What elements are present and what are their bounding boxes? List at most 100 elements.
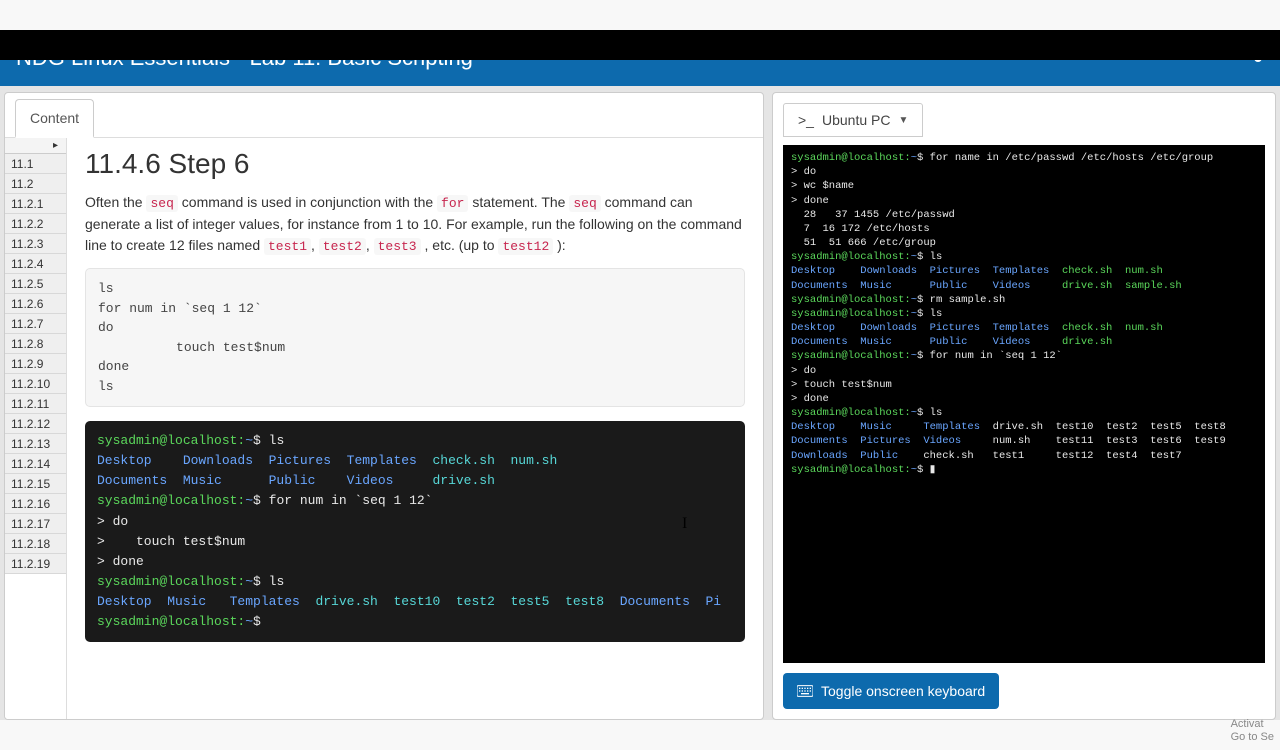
nav-item[interactable]: 11.2.13 (5, 434, 66, 454)
prompt-sym: $ (253, 574, 261, 589)
prompt-user: sysadmin@localhost: (791, 294, 911, 306)
panel-tabs: Content (5, 93, 763, 138)
out: 7 16 172 /etc/hosts (791, 223, 930, 235)
nav-item[interactable]: 11.2.2 (5, 214, 66, 234)
inline-code-t2: test2 (319, 238, 366, 255)
cont: > touch test$num (97, 534, 245, 549)
text: statement. The (468, 194, 569, 210)
nav-item[interactable]: 11.2 (5, 174, 66, 194)
ls-dirs: Documents Pictures Videos (791, 435, 993, 447)
article-body[interactable]: 11.4.6 Step 6 Often the seq command is u… (67, 138, 763, 719)
nav-item[interactable]: 11.2.6 (5, 294, 66, 314)
button-label: Toggle onscreen keyboard (821, 683, 985, 699)
inline-code-seq: seq (146, 195, 177, 212)
prompt-sym: $ (917, 464, 923, 476)
vm-terminal[interactable]: sysadmin@localhost:~$ for name in /etc/p… (783, 145, 1265, 663)
content-panel: Content ▸ 11.1 11.2 11.2.1 11.2.2 11.2.3… (4, 92, 764, 720)
nav-item[interactable]: 11.2.16 (5, 494, 66, 514)
inline-code-t1: test1 (264, 238, 311, 255)
terminal-icon: >_ (798, 112, 814, 128)
ls-files: drive.sh test10 test2 test5 test8 (315, 594, 619, 609)
nav-item[interactable]: 11.2.4 (5, 254, 66, 274)
vm-label: Ubuntu PC (822, 112, 890, 128)
out: > do (791, 365, 816, 377)
nav-item[interactable]: 11.2.18 (5, 534, 66, 554)
cmd: ls (261, 574, 284, 589)
nav-item[interactable]: 11.2.7 (5, 314, 66, 334)
window-blackbar (0, 30, 1280, 60)
prompt-user: sysadmin@localhost: (97, 433, 245, 448)
nav-item[interactable]: 11.2.1 (5, 194, 66, 214)
nav-item[interactable]: 11.2.11 (5, 394, 66, 414)
ls-dirs: Desktop Music Templates (791, 421, 993, 433)
nav-item[interactable]: 11.2.5 (5, 274, 66, 294)
inline-code-seq2: seq (569, 195, 600, 212)
prompt-path: ~ (245, 574, 253, 589)
nav-item[interactable]: 11.2.12 (5, 414, 66, 434)
prompt-user: sysadmin@localhost: (97, 614, 245, 629)
inline-code-t3: test3 (374, 238, 421, 255)
cont: > do (97, 514, 128, 529)
cont: > done (97, 554, 144, 569)
ls-files: drive.sh (1062, 336, 1112, 348)
step-heading: 11.4.6 Step 6 (85, 148, 745, 180)
caret-down-icon: ▼ (898, 115, 908, 126)
out: 51 51 666 /etc/group (791, 237, 936, 249)
ls-files: drive.sh (432, 473, 494, 488)
text: command is used in conjunction with the (178, 194, 437, 210)
ls-files: check.sh num.sh (432, 453, 557, 468)
content-body: ▸ 11.1 11.2 11.2.1 11.2.2 11.2.3 11.2.4 … (5, 138, 763, 719)
text: , etc. (up to (421, 237, 499, 253)
ls-dirs: Documents Music Public Videos (791, 336, 1062, 348)
nav-item[interactable]: 11.2.9 (5, 354, 66, 374)
prompt-user: sysadmin@localhost: (791, 464, 911, 476)
nav-item[interactable]: 11.1 (5, 154, 66, 174)
prompt-user: sysadmin@localhost: (791, 350, 911, 362)
prompt-path: ~ (245, 614, 253, 629)
vm-selector[interactable]: >_ Ubuntu PC ▼ (783, 103, 923, 137)
ls-dirs: Desktop Downloads Pictures Templates (791, 322, 1062, 334)
cmd: for name in /etc/passwd /etc/hosts /etc/… (923, 152, 1213, 164)
prompt-user: sysadmin@localhost: (97, 493, 245, 508)
terminal-example: sysadmin@localhost:~$ ls Desktop Downloa… (85, 421, 745, 642)
out: > do (791, 166, 816, 178)
prompt-user: sysadmin@localhost: (97, 574, 245, 589)
nav-item[interactable]: 11.2.17 (5, 514, 66, 534)
nav-expand-button[interactable]: ▸ (5, 138, 66, 154)
nav-item[interactable]: 11.2.14 (5, 454, 66, 474)
cmd: ls (923, 251, 942, 263)
cmd: ls (261, 433, 284, 448)
main-split: Content ▸ 11.1 11.2 11.2.1 11.2.2 11.2.3… (0, 86, 1280, 720)
nav-item[interactable]: 11.2.10 (5, 374, 66, 394)
out: > wc $name (791, 180, 854, 192)
windows-activation-watermark: Activat Go to Se (1231, 718, 1274, 744)
nav-item[interactable]: 11.2.19 (5, 554, 66, 574)
prompt-path: ~ (245, 433, 253, 448)
prompt-sym: $ (253, 433, 261, 448)
out: > done (791, 195, 829, 207)
inline-code-for: for (437, 195, 468, 212)
terminal-cursor: ▮ (930, 464, 936, 476)
prompt-user: sysadmin@localhost: (791, 308, 911, 320)
toggle-keyboard-button[interactable]: Toggle onscreen keyboard (783, 673, 999, 709)
ls-dirs: Downloads Public (791, 450, 923, 462)
prompt-sym: $ (253, 614, 261, 629)
prompt-path: ~ (245, 493, 253, 508)
ls-dirs: Desktop Downloads Pictures Templates (791, 265, 1062, 277)
step-nav[interactable]: ▸ 11.1 11.2 11.2.1 11.2.2 11.2.3 11.2.4 … (5, 138, 67, 719)
ls-dirs: Desktop Downloads Pictures Templates (97, 453, 432, 468)
nav-item[interactable]: 11.2.3 (5, 234, 66, 254)
cmd: rm sample.sh (923, 294, 1005, 306)
prompt-user: sysadmin@localhost: (791, 152, 911, 164)
nav-item[interactable]: 11.2.15 (5, 474, 66, 494)
ls-files: check.sh test1 test12 test4 test7 (923, 450, 1181, 462)
tab-content[interactable]: Content (15, 99, 94, 138)
out: 28 37 1455 /etc/passwd (791, 209, 955, 221)
nav-item[interactable]: 11.2.8 (5, 334, 66, 354)
ls-dirs: Documents Pi (620, 594, 721, 609)
ls-dirs: Documents Music Public Videos (97, 473, 432, 488)
vm-panel: >_ Ubuntu PC ▼ sysadmin@localhost:~$ for… (772, 92, 1276, 720)
text: Often the (85, 194, 146, 210)
prompt-sym: $ (253, 493, 261, 508)
ls-files: drive.sh sample.sh (1062, 280, 1182, 292)
